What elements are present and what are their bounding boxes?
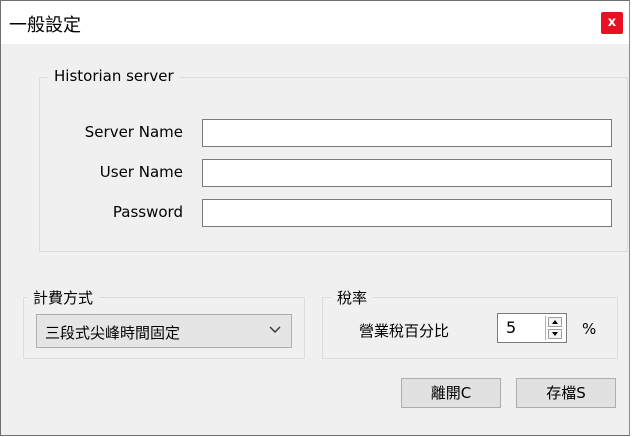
billing-method-group: 計費方式 三段式尖峰時間固定 xyxy=(23,287,305,359)
spinner-up-button[interactable] xyxy=(548,317,562,327)
historian-server-group: Historian server Server Name User Name P… xyxy=(39,67,628,252)
password-input[interactable] xyxy=(202,199,612,227)
user-name-input[interactable] xyxy=(202,159,612,187)
dialog-title: 一般設定 xyxy=(9,15,81,36)
tax-rate-group: 稅率 營業稅百分比 5 % xyxy=(322,287,618,359)
chevron-down-icon xyxy=(269,326,281,333)
server-name-label: Server Name xyxy=(84,123,183,141)
title-bar: 一般設定 x xyxy=(1,1,629,44)
close-button[interactable]: x xyxy=(601,12,623,34)
billing-method-select[interactable]: 三段式尖峰時間固定 xyxy=(36,314,292,348)
business-tax-label: 營業稅百分比 xyxy=(359,322,450,340)
leave-button[interactable]: 離開C xyxy=(401,378,501,408)
arrow-down-icon xyxy=(552,332,558,336)
settings-dialog: 一般設定 x Historian server Server Name User… xyxy=(0,0,630,436)
tax-rate-legend: 稅率 xyxy=(331,287,374,308)
spinner-down-button[interactable] xyxy=(548,329,562,339)
arrow-up-icon xyxy=(552,320,558,324)
user-name-label: User Name xyxy=(99,163,183,181)
password-label: Password xyxy=(112,203,183,221)
save-button[interactable]: 存檔S xyxy=(516,378,616,408)
tax-percent-spinner[interactable]: 5 xyxy=(497,313,567,343)
spinner-buttons xyxy=(545,316,564,340)
tax-percent-value: 5 xyxy=(506,318,517,337)
historian-server-legend: Historian server xyxy=(48,67,180,85)
billing-method-selected: 三段式尖峰時間固定 xyxy=(45,324,181,342)
server-name-input[interactable] xyxy=(202,119,612,147)
billing-method-legend: 計費方式 xyxy=(27,287,100,308)
percent-unit: % xyxy=(582,320,597,338)
dialog-body: Historian server Server Name User Name P… xyxy=(1,44,629,435)
